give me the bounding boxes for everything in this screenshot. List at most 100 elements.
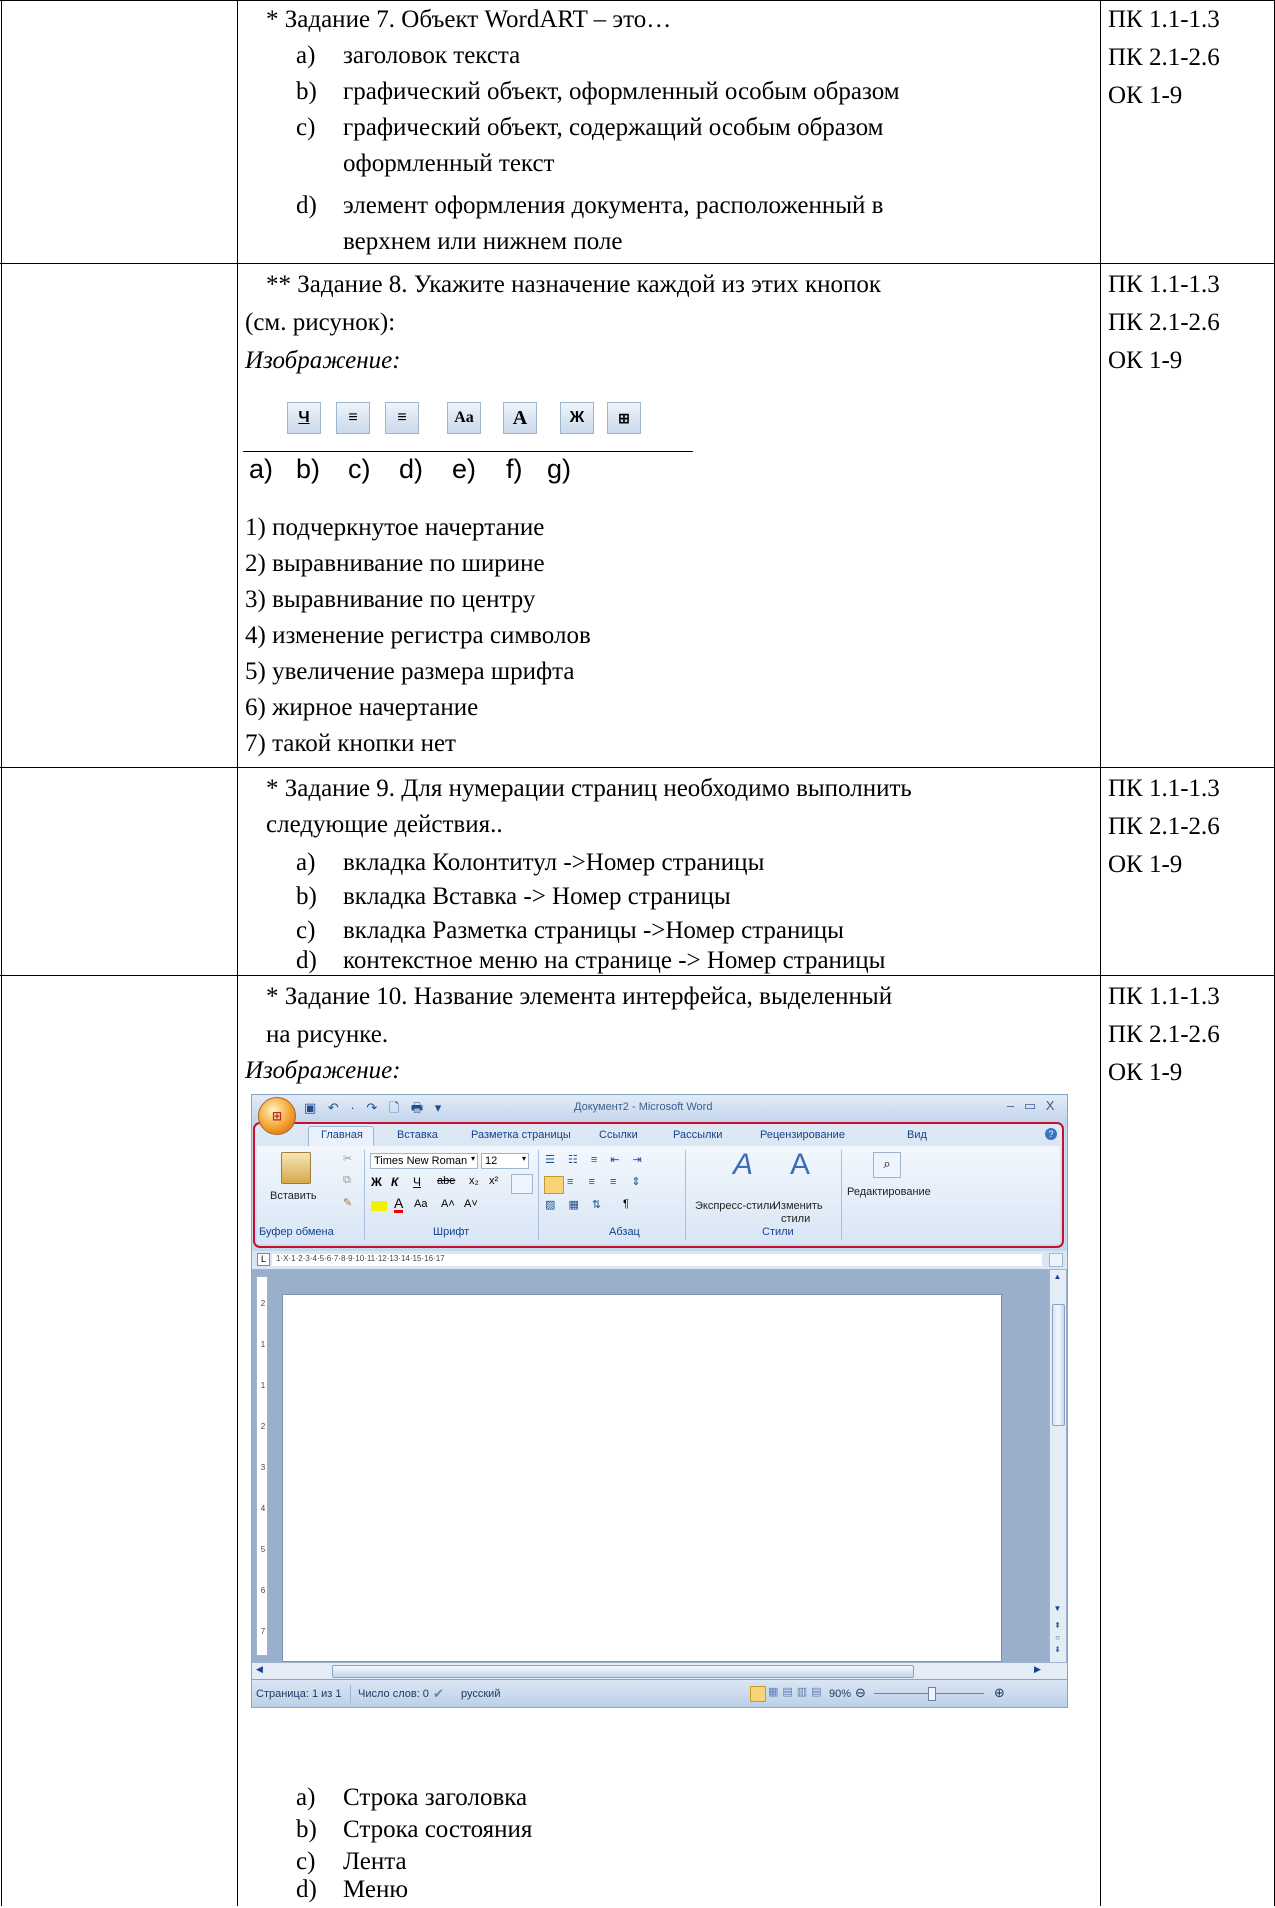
- group-label-font: Шрифт: [433, 1226, 470, 1238]
- task-9-question: * Задание 9. Для нумерации страниц необх…: [266, 775, 912, 802]
- tab-page-layout[interactable]: Разметка страницы: [471, 1129, 571, 1141]
- paste-icon[interactable]: [281, 1152, 311, 1184]
- option-text: Строка заголовка: [343, 1784, 528, 1811]
- paste-button[interactable]: Вставить: [270, 1190, 317, 1202]
- font-size-select[interactable]: 12 ▾: [481, 1153, 529, 1169]
- answer-item: 6) жирное начертание: [245, 694, 479, 721]
- superscript-icon[interactable]: x²: [489, 1175, 498, 1187]
- horizontal-ruler[interactable]: L 1·X·1·2·3·4·5·6·7·8·9·10·11·12·13·14·1…: [252, 1251, 1067, 1270]
- grow-font-icon[interactable]: A˄: [441, 1198, 455, 1210]
- scroll-left-icon[interactable]: ◀: [256, 1664, 263, 1675]
- icon-letter: b): [296, 454, 321, 484]
- vertical-scrollbar[interactable]: ▲ ▼ ⇞ ○ ⇟: [1049, 1270, 1066, 1662]
- highlight-icon[interactable]: [371, 1201, 387, 1211]
- option-letter: d): [296, 192, 317, 219]
- align-left-icon[interactable]: [544, 1176, 564, 1194]
- vertical-ruler[interactable]: 211234567: [256, 1276, 268, 1656]
- option-text: графический объект, оформленный особым о…: [343, 78, 900, 105]
- status-language[interactable]: русский: [461, 1688, 500, 1700]
- tab-selector-icon[interactable]: L: [257, 1253, 270, 1266]
- clear-format-icon[interactable]: [511, 1174, 533, 1194]
- browse-object-icons[interactable]: ⇞ ○ ⇟: [1052, 1620, 1063, 1656]
- option-text: Меню: [343, 1876, 409, 1903]
- zoom-in-icon[interactable]: ⊕: [994, 1685, 1005, 1701]
- underline-icon[interactable]: Ч: [413, 1175, 421, 1189]
- scroll-up-icon[interactable]: ▲: [1052, 1272, 1063, 1284]
- scroll-down-icon[interactable]: ▼: [1052, 1604, 1063, 1613]
- task-8-question: ** Задание 8. Укажите назначение каждой …: [266, 271, 882, 298]
- window-controls[interactable]: – ▭ X: [1007, 1098, 1057, 1114]
- cut-icon[interactable]: ✂: [343, 1152, 352, 1165]
- competency: ОК 1-9: [1108, 851, 1183, 878]
- change-styles-button-line2[interactable]: стили: [781, 1213, 810, 1225]
- tab-review[interactable]: Рецензирование: [760, 1129, 845, 1141]
- status-page[interactable]: Страница: 1 из 1: [256, 1688, 342, 1700]
- tab-mailings[interactable]: Рассылки: [673, 1129, 722, 1141]
- competency: ОК 1-9: [1108, 1059, 1183, 1086]
- option-letter: c): [296, 114, 316, 141]
- view-mode-icons[interactable]: ▦▤▥▤: [768, 1685, 826, 1698]
- strikethrough-icon[interactable]: abe: [437, 1175, 455, 1187]
- change-styles-button[interactable]: Изменить: [773, 1200, 823, 1212]
- italic-icon[interactable]: К: [391, 1175, 398, 1189]
- express-styles-button[interactable]: Экспресс-стили: [695, 1200, 775, 1212]
- subscript-icon[interactable]: x₂: [469, 1175, 479, 1187]
- pilcrow-icon[interactable]: ¶: [623, 1198, 629, 1210]
- task-8-question: (см. рисунок):: [245, 309, 396, 336]
- print-layout-icon[interactable]: [750, 1686, 766, 1702]
- list-icons[interactable]: ☰ ☷ ≡ ⇤ ⇥: [545, 1153, 647, 1166]
- zoom-out-icon[interactable]: ⊖: [855, 1685, 866, 1701]
- competency: ПК 1.1-1.3: [1108, 983, 1220, 1010]
- tab-references[interactable]: Ссылки: [599, 1129, 638, 1141]
- hscroll-thumb[interactable]: [332, 1665, 914, 1678]
- group-label-styles: Стили: [762, 1226, 794, 1238]
- competency: ПК 2.1-2.6: [1108, 44, 1220, 71]
- option-text: элемент оформления документа, расположен…: [343, 192, 884, 219]
- zoom-level[interactable]: 90%: [829, 1688, 851, 1700]
- tab-insert[interactable]: Вставка: [397, 1129, 438, 1141]
- answer-item: 5) увеличение размера шрифта: [245, 658, 575, 685]
- help-icon[interactable]: ?: [1045, 1128, 1057, 1140]
- change-styles-icon[interactable]: A: [790, 1148, 810, 1182]
- view-ruler-icon[interactable]: [1049, 1253, 1063, 1267]
- answer-item: 4) изменение регистра символов: [245, 622, 591, 649]
- option-letter: a): [296, 42, 316, 69]
- shrink-font-icon[interactable]: A˅: [464, 1198, 478, 1210]
- zoom-slider-thumb[interactable]: [928, 1687, 936, 1701]
- express-styles-icon[interactable]: A: [733, 1148, 753, 1182]
- copy-icon[interactable]: ⧉: [343, 1174, 351, 1187]
- change-case-icon[interactable]: Aa: [414, 1198, 427, 1210]
- scrollbar-thumb[interactable]: [1052, 1304, 1065, 1426]
- option-text: контекстное меню на странице -> Номер ст…: [343, 947, 886, 974]
- editing-button[interactable]: Редактирование: [847, 1186, 931, 1198]
- task-10-question: на рисунке.: [266, 1021, 389, 1048]
- option-text: Строка состояния: [343, 1816, 533, 1843]
- tab-home[interactable]: Главная: [321, 1129, 363, 1141]
- bold-icon[interactable]: Ж: [371, 1175, 382, 1189]
- horizontal-scrollbar[interactable]: ◀ ▶: [252, 1662, 1067, 1679]
- option-letter: d): [296, 947, 317, 974]
- align-icons[interactable]: ≡ ≡ ≡ ⇕: [567, 1175, 647, 1188]
- option-text: вкладка Вставка -> Номер страницы: [343, 883, 731, 910]
- status-words[interactable]: Число слов: 0: [358, 1688, 429, 1700]
- ribbon-tabs: Главная Вставка Разметка страницы Ссылки…: [255, 1124, 1062, 1147]
- font-name-select[interactable]: Times New Roman ▾: [370, 1153, 478, 1169]
- office-logo-icon[interactable]: ⊞: [258, 1097, 296, 1135]
- icon-letter: a): [249, 454, 274, 484]
- ribbon[interactable]: Главная Вставка Разметка страницы Ссылки…: [253, 1122, 1064, 1248]
- document-page[interactable]: [282, 1294, 1002, 1662]
- quick-access-icons[interactable]: ▣ ↶ · ↷ 🗋 🖶 ▾: [304, 1099, 445, 1121]
- vruler-scale: 211234567: [260, 1299, 266, 1636]
- spelling-check-icon[interactable]: ✔: [433, 1686, 444, 1702]
- shading-border-icons[interactable]: ▨ ▦ ⇅: [545, 1198, 606, 1211]
- scroll-right-icon[interactable]: ▶: [1034, 1664, 1041, 1675]
- option-letter: b): [296, 78, 317, 105]
- image-label: Изображение:: [245, 347, 401, 374]
- icon-letter: g): [547, 454, 572, 484]
- find-icon[interactable]: ⌕: [873, 1152, 901, 1178]
- tab-view[interactable]: Вид: [907, 1129, 927, 1141]
- bold-icon: Ж: [560, 402, 594, 434]
- format-painter-icon[interactable]: ✎: [343, 1196, 352, 1209]
- font-color-icon[interactable]: A: [394, 1196, 404, 1213]
- justify-icon: ≡: [336, 402, 370, 434]
